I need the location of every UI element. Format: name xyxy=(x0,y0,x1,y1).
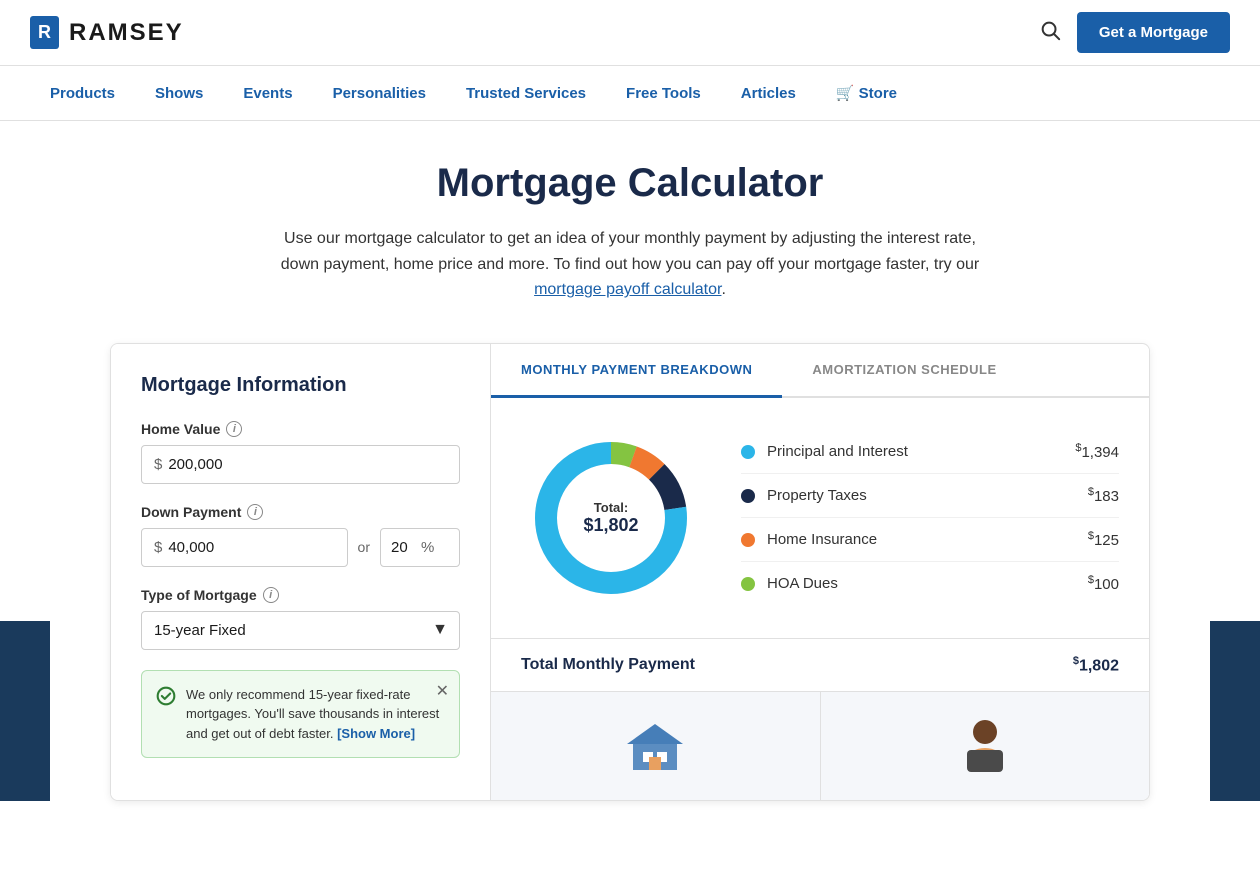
legend-value-hoa-dues: $100 xyxy=(1088,574,1119,593)
side-decoration-right xyxy=(1210,621,1260,801)
bottom-card-house[interactable] xyxy=(491,692,821,800)
legend-row-hoa-dues: HOA Dues $100 xyxy=(741,562,1119,605)
total-monthly-label: Total Monthly Payment xyxy=(521,656,1073,674)
home-value-label: Home Value i xyxy=(141,421,460,437)
nav-item-events[interactable]: Events xyxy=(223,67,312,120)
notice-close-button[interactable]: ✕ xyxy=(436,681,449,701)
legend-value-principal: $1,394 xyxy=(1075,442,1119,461)
home-value-input[interactable] xyxy=(168,456,447,473)
mortgage-type-select[interactable]: 15-year Fixed 30-year Fixed 10-year Fixe… xyxy=(141,611,460,650)
notice-check-icon xyxy=(156,686,176,711)
down-payment-row: $ or % xyxy=(141,528,460,567)
legend-row-home-insurance: Home Insurance $125 xyxy=(741,518,1119,562)
right-panel: MONTHLY PAYMENT BREAKDOWN AMORTIZATION S… xyxy=(491,344,1149,800)
legend-dot-hoa-dues xyxy=(741,577,755,591)
legend-dot-home-insurance xyxy=(741,533,755,547)
down-payment-prefix: $ xyxy=(154,539,162,556)
get-mortgage-button[interactable]: Get a Mortgage xyxy=(1077,12,1230,53)
nav-item-trusted-services[interactable]: Trusted Services xyxy=(446,67,606,120)
calculator-wrapper: Mortgage Information Home Value i $ Down… xyxy=(110,343,1150,801)
total-monthly-row: Total Monthly Payment $1,802 xyxy=(491,638,1149,691)
header-right: Get a Mortgage xyxy=(1039,12,1230,53)
home-value-prefix: $ xyxy=(154,456,162,473)
legend-row-principal: Principal and Interest $1,394 xyxy=(741,430,1119,474)
mortgage-info-title: Mortgage Information xyxy=(141,374,460,397)
agent-icon xyxy=(955,712,1015,772)
page-description: Use our mortgage calculator to get an id… xyxy=(280,226,980,303)
legend-dot-principal xyxy=(741,445,755,459)
legend-name-principal: Principal and Interest xyxy=(767,443,1075,460)
nav-item-free-tools[interactable]: Free Tools xyxy=(606,67,721,120)
total-monthly-value: $1,802 xyxy=(1073,655,1119,675)
calculator-outer: Mortgage Information Home Value i $ Down… xyxy=(50,343,1210,801)
main-content: Mortgage Calculator Use our mortgage cal… xyxy=(30,121,1230,821)
mortgage-type-select-wrapper: 15-year Fixed 30-year Fixed 10-year Fixe… xyxy=(141,611,460,650)
breakdown-legend: Principal and Interest $1,394 Property T… xyxy=(741,430,1119,605)
legend-row-property-taxes: Property Taxes $183 xyxy=(741,474,1119,518)
nav-item-products[interactable]: Products xyxy=(30,67,135,120)
side-decoration-left xyxy=(0,621,50,801)
nav-item-shows[interactable]: Shows xyxy=(135,67,223,120)
show-more-link[interactable]: [Show More] xyxy=(337,726,415,741)
tabs-row: MONTHLY PAYMENT BREAKDOWN AMORTIZATION S… xyxy=(491,344,1149,398)
legend-value-property-taxes: $183 xyxy=(1088,486,1119,505)
logo-name: RAMSEY xyxy=(69,19,184,47)
percent-suffix: % xyxy=(421,539,434,556)
legend-dot-property-taxes xyxy=(741,489,755,503)
mortgage-type-label: Type of Mortgage i xyxy=(141,587,460,603)
tab-amortization[interactable]: AMORTIZATION SCHEDULE xyxy=(782,344,1026,398)
bottom-card-agent[interactable] xyxy=(821,692,1150,800)
legend-value-home-insurance: $125 xyxy=(1088,530,1119,549)
left-panel: Mortgage Information Home Value i $ Down… xyxy=(111,344,491,800)
house-icon xyxy=(625,722,685,772)
down-payment-amount-input[interactable] xyxy=(168,539,334,556)
or-text: or xyxy=(358,539,370,555)
logo-icon: R xyxy=(30,16,59,49)
donut-label: Total: xyxy=(583,500,638,515)
notice-text: We only recommend 15-year fixed-rate mor… xyxy=(186,685,445,744)
nav-item-store[interactable]: 🛒 Store xyxy=(816,66,917,120)
donut-center: Total: $1,802 xyxy=(583,500,638,536)
home-value-input-wrapper: $ xyxy=(141,445,460,484)
mortgage-type-info-icon[interactable]: i xyxy=(263,587,279,603)
search-button[interactable] xyxy=(1039,19,1061,47)
notice-box: We only recommend 15-year fixed-rate mor… xyxy=(141,670,460,759)
tab-monthly-payment[interactable]: MONTHLY PAYMENT BREAKDOWN xyxy=(491,344,782,398)
main-nav: Products Shows Events Personalities Trus… xyxy=(0,66,1260,121)
legend-name-property-taxes: Property Taxes xyxy=(767,487,1088,504)
down-payment-amount-wrapper: $ xyxy=(141,528,348,567)
home-value-info-icon[interactable]: i xyxy=(226,421,242,437)
bottom-cards xyxy=(491,691,1149,800)
donut-chart: Total: $1,802 xyxy=(521,428,701,608)
payoff-calculator-link[interactable]: mortgage payoff calculator xyxy=(534,281,721,298)
page-title: Mortgage Calculator xyxy=(50,161,1210,206)
down-payment-percent-input[interactable] xyxy=(391,539,421,556)
legend-name-hoa-dues: HOA Dues xyxy=(767,575,1088,592)
legend-name-home-insurance: Home Insurance xyxy=(767,531,1088,548)
down-payment-percent-wrapper: % xyxy=(380,528,460,567)
donut-value: $1,802 xyxy=(583,515,638,536)
site-header: R RAMSEY Get a Mortgage xyxy=(0,0,1260,66)
nav-item-personalities[interactable]: Personalities xyxy=(313,67,446,120)
nav-item-articles[interactable]: Articles xyxy=(721,67,816,120)
breakdown-content: Total: $1,802 Principal and Interest $1,… xyxy=(491,398,1149,638)
down-payment-info-icon[interactable]: i xyxy=(247,504,263,520)
down-payment-label: Down Payment i xyxy=(141,504,460,520)
logo-area: R RAMSEY xyxy=(30,16,184,49)
